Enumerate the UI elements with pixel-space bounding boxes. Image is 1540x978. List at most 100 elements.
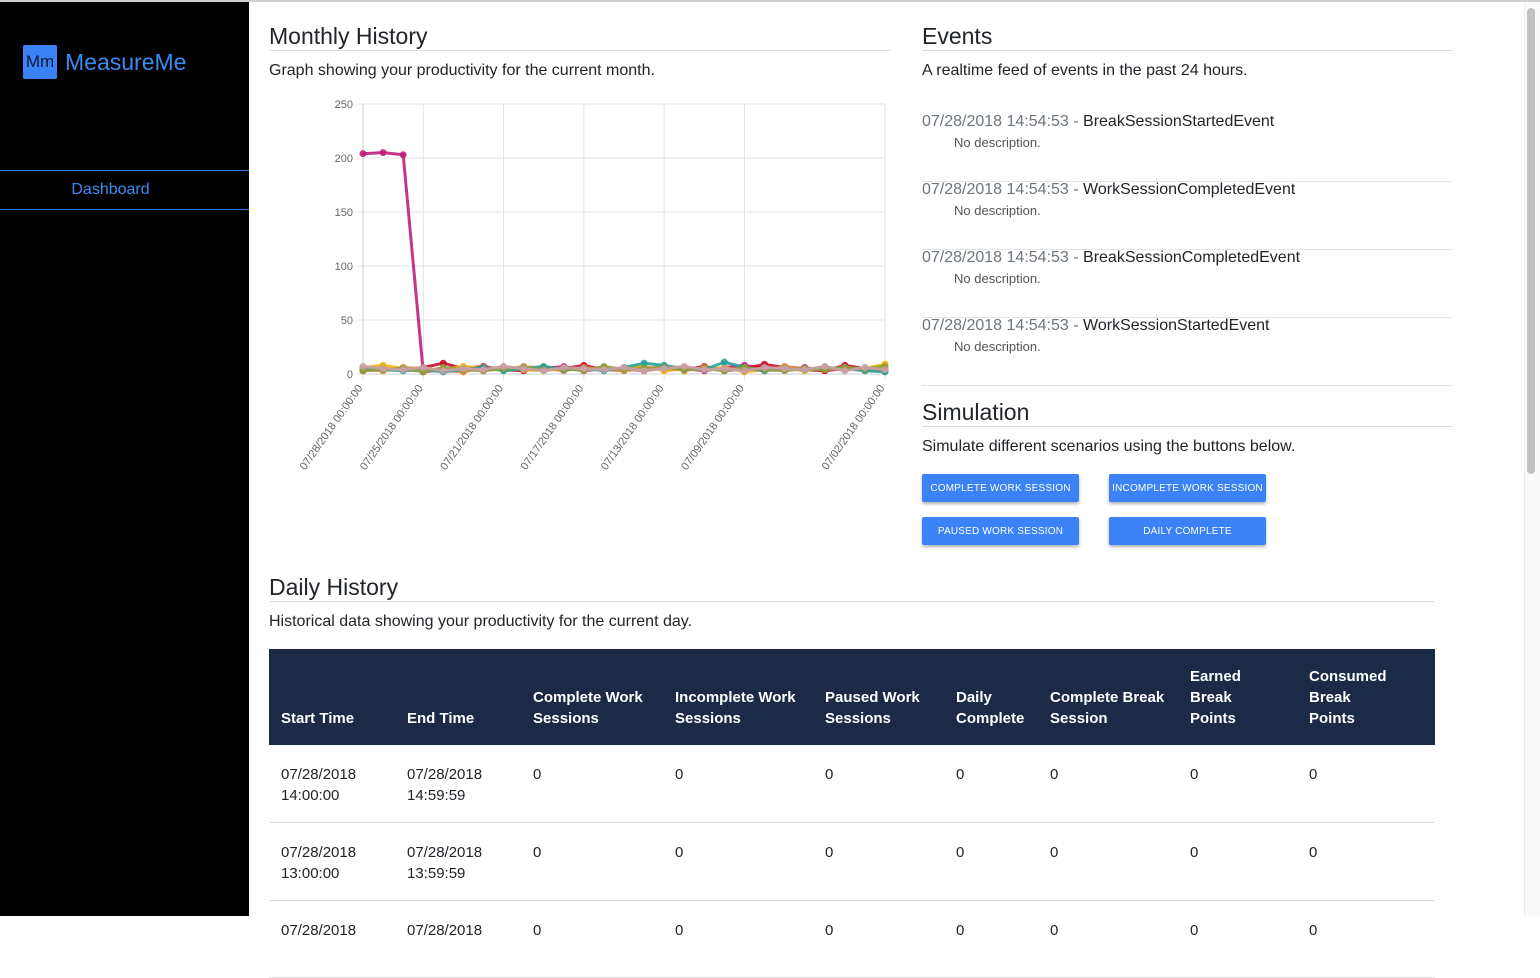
simulation-subtitle: Simulate different scenarios using the b…	[922, 438, 1296, 455]
event-name: WorkSessionCompletedEvent	[1083, 181, 1296, 198]
events-title: Events	[922, 23, 993, 49]
column-header-label: Complete	[956, 710, 1025, 727]
data-point	[540, 367, 548, 375]
x-tick-label: 07/21/2018 00:00:00	[438, 383, 506, 473]
data-point	[560, 364, 568, 372]
brand[interactable]: Mm MeasureMe	[23, 45, 186, 79]
y-tick-label: 150	[335, 207, 353, 219]
incomplete-work-session-button[interactable]: Incomplete Work Session	[1109, 474, 1266, 502]
y-tick-label: 100	[335, 261, 353, 273]
sidebar: Mm MeasureMe Dashboard	[0, 2, 249, 916]
cell-time: 13:59:59	[407, 865, 466, 882]
event-timestamp: 07/28/2018 14:54:53	[922, 317, 1069, 334]
event-separator: -	[1068, 249, 1084, 266]
x-tick-label: 07/25/2018 00:00:00	[358, 383, 426, 473]
data-point	[500, 362, 508, 370]
cell-date: 07/28/2018	[281, 766, 357, 783]
paused-work-session-button[interactable]: Paused Work Session	[922, 517, 1079, 545]
column-header-label: Complete Break	[1050, 689, 1165, 706]
x-tick-label: 07/13/2018 00:00:00	[599, 383, 667, 473]
cell-time: 14:59:59	[407, 787, 466, 804]
data-point	[861, 364, 869, 372]
data-point	[700, 366, 708, 374]
table-row: 07/28/2018 14:00:00 07/28/2018 14:59:59 0 …	[269, 745, 1435, 823]
data-point	[359, 362, 367, 370]
daily-history-subtitle: Historical data showing your productivit…	[269, 613, 693, 630]
daily-history-table: Start Time End Time Complete Work Session…	[269, 649, 1435, 978]
cell-date: 07/28/2018	[407, 766, 483, 783]
column-header[interactable]: Complete Break Session	[1038, 649, 1178, 745]
cell-date: 07/28/2018	[281, 922, 357, 939]
daily-complete-button[interactable]: Daily Complete	[1109, 517, 1266, 545]
x-tick-label: 07/02/2018 00:00:00	[820, 383, 888, 473]
sidebar-item-dashboard[interactable]: Dashboard	[0, 170, 249, 210]
table-cell: 0	[663, 745, 813, 823]
complete-work-session-button[interactable]: Complete Work Session	[922, 474, 1079, 502]
column-header[interactable]: Daily Complete	[944, 649, 1038, 745]
column-header[interactable]: Earned Break Points	[1178, 649, 1297, 745]
event-item: 07/28/2018 14:54:53 - WorkSessionStarted…	[922, 317, 1453, 386]
data-point	[841, 367, 849, 375]
column-header-label: Sessions	[825, 710, 891, 727]
column-header-label: Sessions	[533, 710, 599, 727]
column-header[interactable]: Start Time	[269, 649, 395, 745]
events-divider	[922, 50, 1453, 51]
table-cell: 0	[663, 900, 813, 978]
table-cell: 0	[813, 822, 944, 901]
x-tick-label: 07/09/2018 00:00:00	[679, 383, 747, 473]
cell-time: 13:00:00	[281, 865, 340, 882]
table-header-row: Start Time End Time Complete Work Session…	[269, 649, 1435, 745]
data-point	[479, 366, 487, 374]
column-header[interactable]: Complete Work Sessions	[521, 649, 663, 745]
event-description: No description.	[954, 339, 1041, 354]
column-header-label: Daily	[956, 689, 992, 706]
table-cell: 0	[521, 745, 663, 823]
cell-date: 07/28/2018	[281, 844, 357, 861]
data-point	[600, 366, 608, 374]
column-header-label: Complete Work	[533, 689, 643, 706]
data-point	[781, 365, 789, 373]
table-row: 07/28/2018 07/28/2018 0 0 0 0 0 0 0	[269, 900, 1435, 978]
data-point	[720, 365, 728, 373]
event-name: WorkSessionStartedEvent	[1083, 317, 1270, 334]
column-header-label: Points	[1190, 710, 1236, 727]
column-header[interactable]: End Time	[395, 649, 521, 745]
event-separator: -	[1068, 317, 1084, 334]
y-tick-label: 200	[335, 153, 353, 165]
event-timestamp: 07/28/2018 14:54:53	[922, 181, 1069, 198]
column-header-label: Sessions	[675, 710, 741, 727]
event-item: 07/28/2018 14:54:53 - BreakSessionStarte…	[922, 113, 1453, 182]
column-header-label: Points	[1309, 710, 1355, 727]
logo-icon: Mm	[23, 45, 57, 79]
column-header[interactable]: Paused Work Sessions	[813, 649, 944, 745]
scrollbar-thumb[interactable]	[1527, 8, 1535, 474]
table-cell: 0	[813, 745, 944, 823]
cell-time: 14:00:00	[281, 787, 340, 804]
column-header-label: End Time	[407, 710, 475, 727]
column-header[interactable]: Consumed Break Points	[1297, 649, 1435, 745]
end-time-cell: 07/28/2018 14:59:59	[395, 745, 521, 823]
data-point	[439, 367, 447, 375]
table-cell: 0	[944, 745, 1038, 823]
table-cell: 0	[521, 900, 663, 978]
data-point	[660, 365, 668, 373]
cell-date: 07/28/2018	[407, 844, 483, 861]
brand-name: MeasureMe	[65, 48, 187, 75]
table-cell: 0	[944, 822, 1038, 901]
data-point	[580, 365, 588, 373]
simulation-title: Simulation	[922, 399, 1030, 425]
data-point	[520, 365, 528, 373]
monthly-history-divider	[269, 50, 891, 51]
data-point	[881, 366, 889, 374]
column-header-label: Consumed Break	[1309, 668, 1387, 706]
table-cell: 0	[1038, 900, 1178, 978]
column-header[interactable]: Incomplete Work Sessions	[663, 649, 813, 745]
table-row: 07/28/2018 13:00:00 07/28/2018 13:59:59 0 …	[269, 822, 1435, 901]
series-line-0	[361, 151, 887, 374]
monthly-history-chart: 0 50 100 150 200 250 07/28/2018 00:00:0007/25/…	[298, 99, 889, 473]
column-header-label: Earned Break	[1190, 668, 1241, 706]
event-timestamp: 07/28/2018 14:54:53	[922, 249, 1069, 266]
daily-history-divider	[269, 601, 1435, 602]
start-time-cell: 07/28/2018 13:00:00	[269, 822, 395, 901]
column-header-label: Incomplete Work	[675, 689, 796, 706]
